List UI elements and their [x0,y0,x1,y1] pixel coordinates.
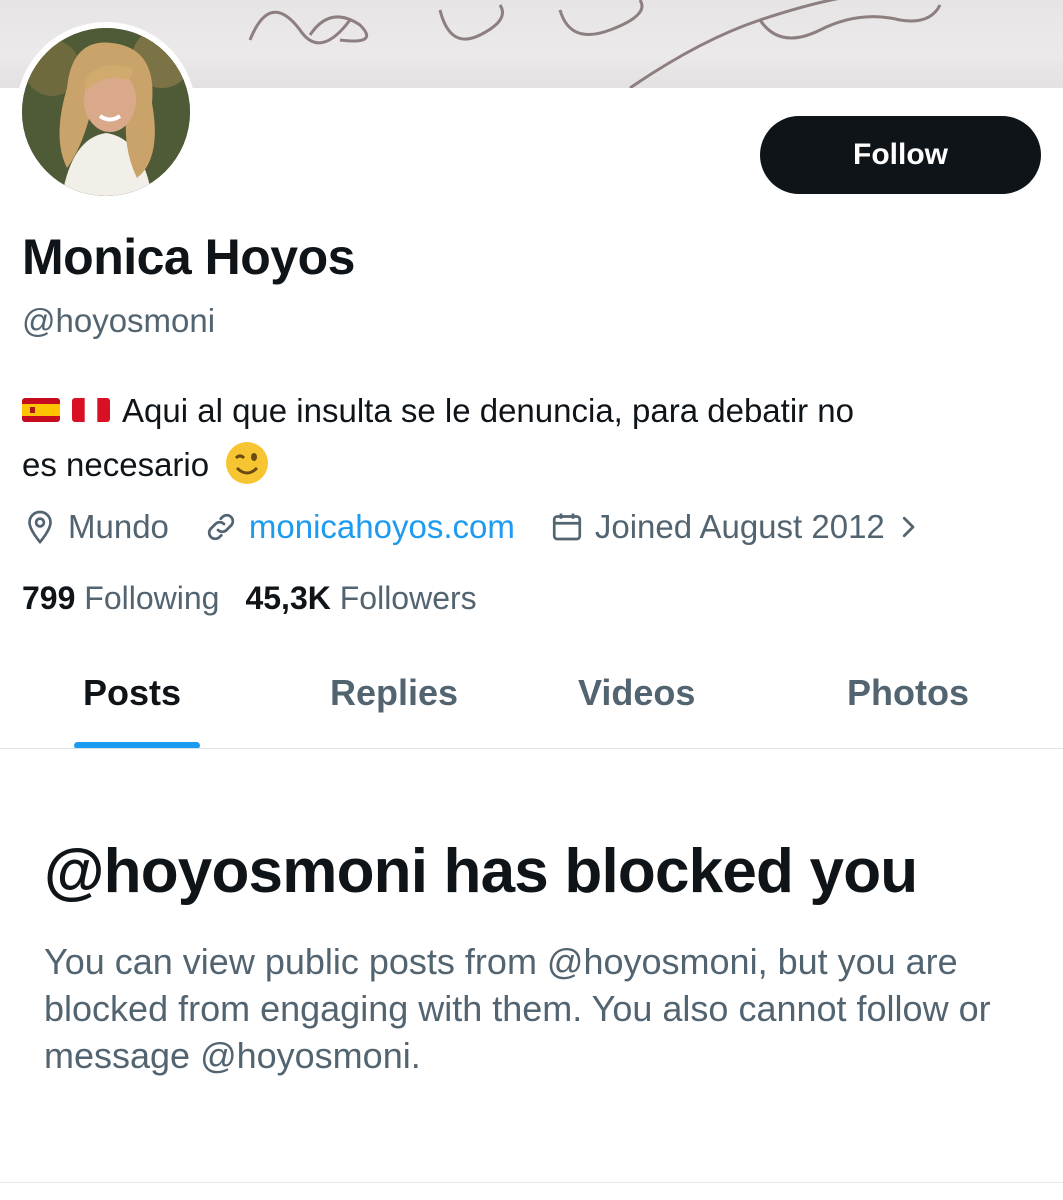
profile-bio: Aqui al que insulta se le denuncia, para… [22,384,1032,492]
follow-button[interactable]: Follow [760,116,1041,194]
location-pin-icon [28,510,52,545]
profile-stats: 799 Following 45,3K Followers [22,580,477,617]
tab-videos[interactable]: Videos [578,672,695,714]
location-text: Mundo [68,508,169,545]
followers-count: 45,3K [245,580,331,616]
chevron-right-icon[interactable] [893,512,923,542]
profile-website[interactable]: monicahoyos.com [203,508,515,546]
tab-posts[interactable]: Posts [83,672,181,714]
profile-handle: @hoyosmoni [22,302,216,339]
display-name: Monica Hoyos [22,229,355,285]
blocked-title: @hoyosmoni has blocked you [44,837,918,906]
following-count: 799 [22,580,76,616]
followers-label: Followers [339,580,477,616]
following-stat[interactable]: 799 Following [22,580,219,616]
bio-line-2: es necesario [22,446,210,483]
joined-text: Joined August 2012 [594,508,885,545]
bottom-divider [0,1182,1063,1183]
followers-stat[interactable]: 45,3K Followers [245,580,476,616]
peru-flag-emoji [72,398,110,423]
avatar[interactable] [22,28,190,196]
spain-flag-emoji [22,398,60,423]
tab-replies[interactable]: Replies [330,672,458,714]
tab-photos[interactable]: Photos [847,672,969,714]
bio-line-1: Aqui al que insulta se le denuncia, para… [122,392,855,429]
profile-location: Mundo [22,508,169,546]
tabs-divider [0,748,1063,749]
profile-meta: Mundo monicahoyos.com Joined August 2012 [22,505,957,549]
following-label: Following [84,580,220,616]
calendar-icon [552,513,581,541]
blocked-message: You can view public posts from @hoyosmon… [44,941,991,1076]
avatar-photo [22,28,190,196]
winking-face-emoji [226,442,269,485]
website-link[interactable]: monicahoyos.com [249,508,515,546]
link-icon [207,513,235,541]
avatar-frame[interactable] [16,22,196,202]
profile-joined[interactable]: Joined August 2012 [549,508,923,546]
